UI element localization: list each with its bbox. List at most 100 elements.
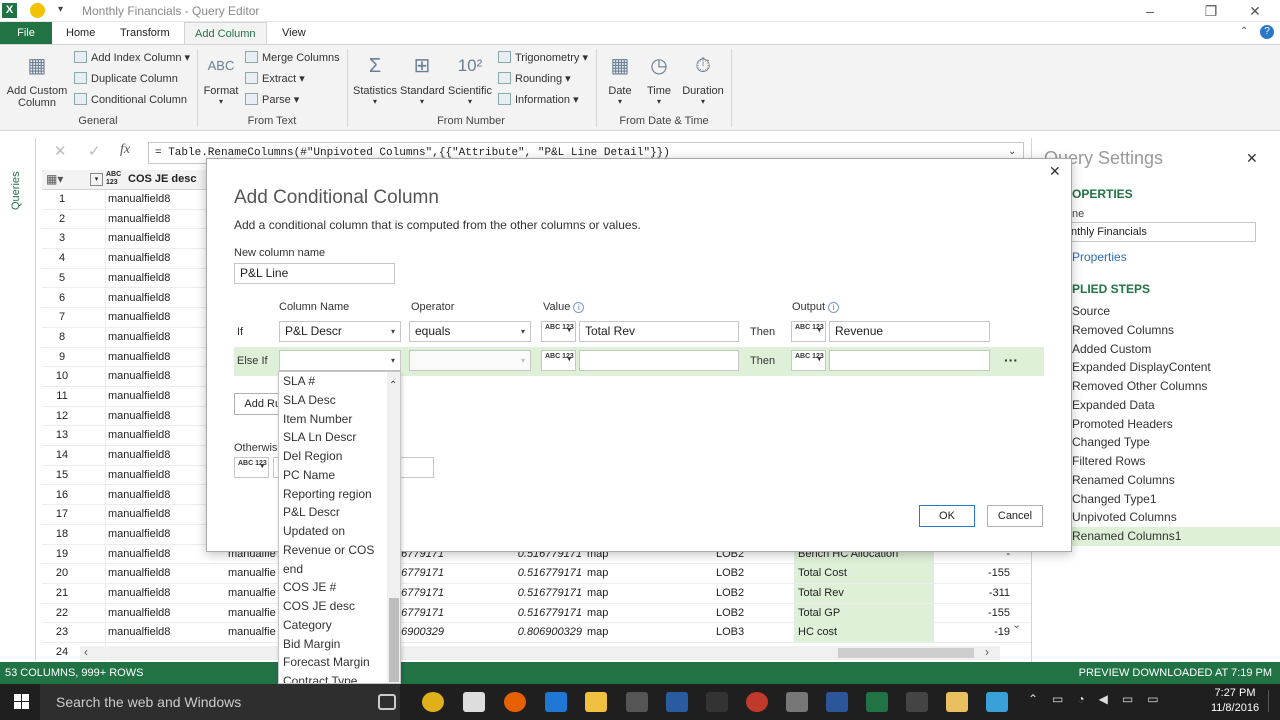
- statistics-button[interactable]: Σ Statistics ▾: [352, 51, 398, 106]
- date-button[interactable]: ▦ Date ▾: [600, 51, 640, 106]
- cell[interactable]: map: [587, 623, 627, 642]
- applied-step[interactable]: Source✲: [1072, 302, 1280, 321]
- word-icon[interactable]: [826, 692, 848, 712]
- cell-p-and-l-line[interactable]: Total Rev: [794, 584, 934, 603]
- dropdown-option[interactable]: Reporting region: [283, 485, 372, 504]
- cell[interactable]: manualfie: [228, 604, 278, 623]
- app-icon[interactable]: [786, 692, 808, 712]
- dropdown-option[interactable]: Updated on: [283, 522, 345, 541]
- cell-p-and-l-line[interactable]: Total GP: [794, 603, 934, 623]
- dropdown-option[interactable]: PC Name: [283, 466, 335, 485]
- dropdown-option[interactable]: Revenue or COS: [283, 541, 374, 560]
- queries-pane-label[interactable]: Queries: [10, 171, 22, 210]
- merge-columns-button[interactable]: Merge Columns: [245, 49, 340, 67]
- dropdown-option[interactable]: SLA Ln Descr: [283, 428, 356, 447]
- dropdown-scroll-thumb[interactable]: [389, 598, 399, 682]
- tab-home[interactable]: Home: [56, 22, 105, 44]
- rule2-operator-select[interactable]: ▾: [409, 350, 531, 371]
- app-icon[interactable]: [906, 692, 928, 712]
- cell-cos-je-desc[interactable]: manualfield8: [108, 564, 226, 583]
- cell[interactable]: 0.516779171: [492, 564, 582, 583]
- calculator-icon[interactable]: [626, 692, 648, 712]
- column-type-icon[interactable]: ABC 123: [106, 171, 124, 187]
- applied-step[interactable]: Promoted Headers: [1072, 415, 1280, 434]
- dropdown-option[interactable]: Category: [283, 616, 332, 635]
- format-button[interactable]: ABC Format ▾: [201, 51, 241, 106]
- dropdown-option[interactable]: SLA #: [283, 372, 315, 391]
- tab-add-column[interactable]: Add Column: [184, 22, 267, 44]
- dropdown-option[interactable]: Bid Margin: [283, 635, 340, 654]
- add-index-column-button[interactable]: Add Index Column ▾: [74, 49, 190, 67]
- duplicate-column-button[interactable]: Duplicate Column: [74, 70, 178, 88]
- folder-icon[interactable]: [946, 692, 968, 712]
- rule1-value-input[interactable]: Total Rev: [579, 321, 739, 342]
- edge-icon[interactable]: [545, 692, 567, 712]
- cell-p-and-l-line[interactable]: HC cost: [794, 623, 934, 643]
- close-window-icon[interactable]: ✕: [1240, 1, 1270, 21]
- app-icon[interactable]: [706, 692, 728, 712]
- customize-toolbar-icon[interactable]: ▾: [58, 4, 63, 15]
- dropdown-option[interactable]: Contract Type: [283, 672, 357, 683]
- taskbar-clock[interactable]: 7:27 PM 11/8/2016: [1200, 686, 1270, 716]
- information-button[interactable]: Information ▾: [498, 91, 579, 109]
- start-icon[interactable]: [14, 694, 30, 710]
- dropdown-option[interactable]: Item Number: [283, 410, 352, 429]
- applied-step[interactable]: Filtered Rows✲: [1072, 452, 1280, 471]
- scroll-thumb[interactable]: [838, 648, 974, 658]
- otherwise-type-select[interactable]: ABC 123 ▾: [234, 457, 269, 478]
- rule2-value-type-select[interactable]: ABC 123 ▾: [541, 350, 576, 371]
- scroll-left-icon[interactable]: ‹: [84, 645, 88, 659]
- rule2-output-input[interactable]: [829, 350, 990, 371]
- notifications-icon[interactable]: [1268, 690, 1278, 712]
- cell[interactable]: map: [587, 604, 627, 623]
- firefox-icon[interactable]: [504, 692, 526, 712]
- scroll-right-icon[interactable]: ›: [985, 645, 989, 659]
- cell[interactable]: manualfie: [228, 584, 278, 603]
- time-button[interactable]: ◷ Time ▾: [640, 51, 678, 106]
- query-name-input[interactable]: nthly Financials: [1068, 222, 1256, 242]
- cell[interactable]: -155: [942, 564, 1010, 583]
- applied-step[interactable]: Expanded Data✲: [1072, 396, 1280, 415]
- system-tray-icons[interactable]: ⌃▭◔◀▭▭: [1028, 692, 1178, 712]
- cell[interactable]: map: [587, 564, 627, 583]
- restore-icon[interactable]: ❐: [1196, 1, 1226, 21]
- applied-step[interactable]: Added Custom✲: [1072, 340, 1280, 359]
- minimize-icon[interactable]: –: [1135, 1, 1165, 21]
- all-properties-link[interactable]: Properties: [1072, 250, 1127, 264]
- help-icon[interactable]: ?: [1260, 25, 1274, 39]
- dropdown-option[interactable]: Forecast Margin: [283, 653, 370, 672]
- cancel-formula-icon[interactable]: ✕: [54, 142, 67, 160]
- new-column-name-input[interactable]: P&L Line: [234, 263, 395, 284]
- applied-step[interactable]: Renamed Columns: [1072, 471, 1280, 490]
- applied-step[interactable]: Unpivoted Columns: [1072, 508, 1280, 527]
- tab-file[interactable]: File: [0, 22, 52, 44]
- dropdown-option[interactable]: SLA Desc: [283, 391, 336, 410]
- cell-cos-je-desc[interactable]: manualfield8: [108, 623, 226, 642]
- scientific-button[interactable]: 10² Scientific ▾: [446, 51, 494, 106]
- cell[interactable]: -19: [942, 623, 1010, 642]
- expand-formula-icon[interactable]: ⌄: [1008, 146, 1016, 157]
- cell[interactable]: 0.516779171: [492, 604, 582, 623]
- parse-button[interactable]: Parse ▾: [245, 91, 299, 109]
- app-icon[interactable]: [746, 692, 768, 712]
- scroll-up-icon[interactable]: ⌃: [389, 380, 397, 391]
- rule1-column-select[interactable]: P&L Descr ▾: [279, 321, 401, 342]
- chrome-icon[interactable]: [422, 692, 444, 712]
- dropdown-option[interactable]: Del Region: [283, 447, 342, 466]
- cell[interactable]: LOB2: [716, 564, 776, 583]
- cell[interactable]: LOB3: [716, 623, 776, 642]
- rule1-value-type-select[interactable]: ABC 123 ▾: [541, 321, 576, 342]
- column-filter-icon[interactable]: ▾: [90, 173, 103, 186]
- applied-step[interactable]: Removed Other Columns✲: [1072, 377, 1280, 396]
- cell[interactable]: -155: [942, 604, 1010, 623]
- camera-icon[interactable]: [463, 692, 485, 712]
- applied-step[interactable]: Removed Columns: [1072, 321, 1280, 340]
- cell-cos-je-desc[interactable]: manualfield8: [108, 584, 226, 603]
- cancel-button[interactable]: Cancel: [987, 505, 1043, 527]
- ok-button[interactable]: OK: [919, 505, 975, 527]
- dropdown-option[interactable]: P&L Descr: [283, 503, 340, 522]
- rule2-column-select[interactable]: ▾: [279, 350, 401, 371]
- rule2-value-input[interactable]: [579, 350, 739, 371]
- cell[interactable]: LOB2: [716, 584, 776, 603]
- cell[interactable]: -311: [942, 584, 1010, 603]
